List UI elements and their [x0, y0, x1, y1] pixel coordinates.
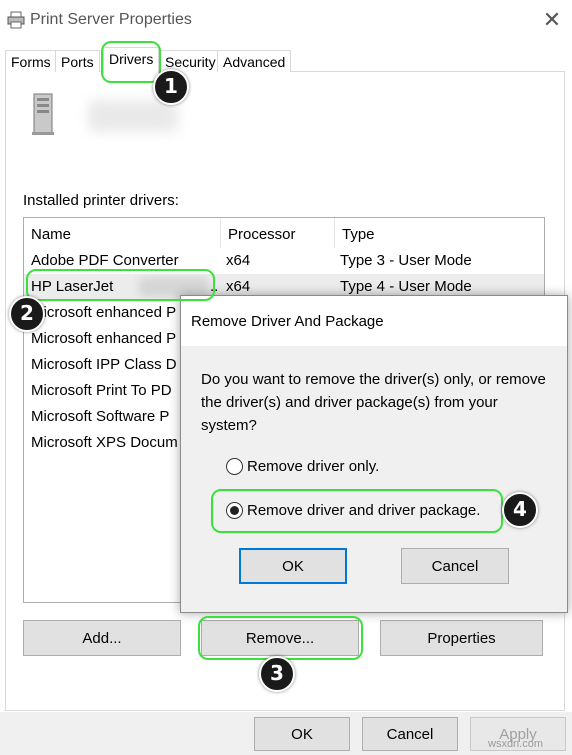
radio-driver-only-label[interactable]: Remove driver only. [247, 458, 379, 475]
driver-type: Type 3 - User Mode [340, 252, 472, 269]
step-badge-1: 1 [153, 69, 189, 105]
step-badge-2: 2 [9, 296, 45, 332]
dialog-title: Remove Driver And Package [191, 313, 384, 330]
dialog-cancel-button[interactable]: Cancel [401, 548, 509, 584]
close-icon[interactable]: ✕ [538, 6, 566, 34]
properties-button[interactable]: Properties [380, 620, 543, 656]
highlight-hp-laserjet-row [26, 269, 215, 301]
dialog-ok-button[interactable]: OK [239, 548, 347, 584]
step-badge-4: 4 [502, 492, 538, 528]
column-header-processor[interactable]: Processor [221, 218, 335, 248]
footer-cancel-button[interactable]: Cancel [362, 717, 458, 751]
step-badge-3: 3 [259, 656, 295, 692]
column-header-type[interactable]: Type [335, 218, 543, 248]
footer-ok-button[interactable]: OK [254, 717, 350, 751]
driver-name: Adobe PDF Converter [31, 252, 179, 269]
highlight-driver-package-option [211, 489, 503, 533]
driver-processor: x64 [226, 252, 251, 269]
remove-driver-dialog: Remove Driver And Package Do you want to… [180, 295, 568, 613]
radio-driver-only[interactable] [226, 458, 243, 475]
add-button[interactable]: Add... [23, 620, 181, 656]
server-name-redacted [88, 100, 178, 132]
dialog-question: Do you want to remove the driver(s) only… [201, 371, 546, 434]
tab-ports[interactable]: Ports [55, 50, 100, 72]
dialog-title-bar: Remove Driver And Package [181, 296, 567, 346]
printer-icon [7, 11, 25, 29]
highlight-remove-button [198, 616, 363, 660]
window-title: Print Server Properties [30, 11, 192, 28]
driver-type: Type 4 - User Mode [340, 278, 472, 295]
driver-processor: x64 [226, 278, 251, 295]
title-bar: Print Server Properties ✕ [0, 0, 572, 40]
tab-advanced[interactable]: Advanced [217, 50, 292, 72]
tab-forms[interactable]: Forms [5, 50, 57, 72]
watermark: wsxdn.com [488, 738, 544, 750]
server-icon [32, 93, 54, 135]
installed-drivers-label: Installed printer drivers: [23, 192, 179, 209]
column-header-name[interactable]: Name [24, 218, 221, 248]
highlight-drivers-tab [101, 41, 161, 83]
